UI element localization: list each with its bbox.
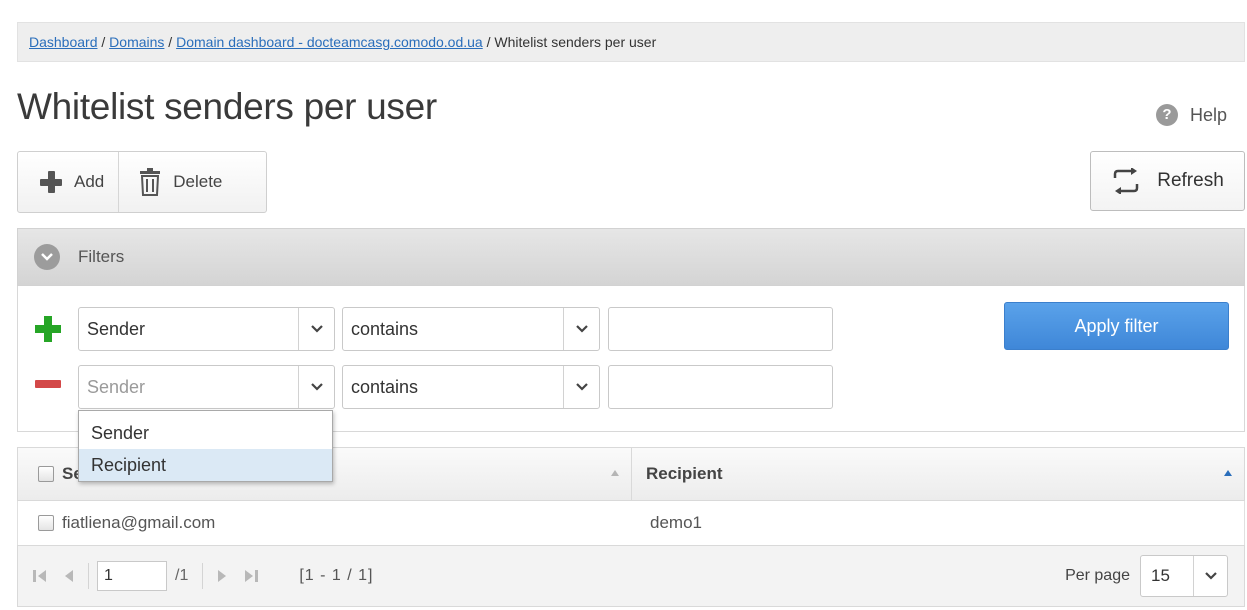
cell-sender: fiatliena@gmail.com bbox=[18, 501, 632, 545]
per-page-value: 15 bbox=[1151, 566, 1170, 585]
apply-filter-button[interactable]: Apply filter bbox=[1004, 302, 1229, 350]
column-header-recipient[interactable]: Recipient bbox=[632, 448, 1244, 500]
table-row[interactable]: fiatliena@gmail.com demo1 bbox=[17, 501, 1245, 545]
add-button[interactable]: Add bbox=[18, 152, 118, 212]
breadcrumb-current: Whitelist senders per user bbox=[494, 34, 657, 50]
filters-toggle[interactable]: Filters bbox=[17, 228, 1245, 286]
chevron-down-icon bbox=[563, 308, 599, 350]
delete-button[interactable]: Delete bbox=[118, 152, 236, 212]
filter-operator-value: contains bbox=[351, 318, 419, 339]
toolbar: Add Delete bbox=[17, 151, 267, 213]
breadcrumb-separator: / bbox=[164, 34, 177, 50]
filter-operator-select[interactable]: contains bbox=[342, 365, 600, 409]
chevron-down-icon bbox=[298, 308, 334, 350]
refresh-label: Refresh bbox=[1157, 170, 1224, 191]
help-label: Help bbox=[1189, 104, 1227, 125]
plus-icon bbox=[38, 169, 64, 195]
chevron-down-icon bbox=[1193, 556, 1227, 596]
dropdown-option-sender[interactable]: Sender bbox=[79, 417, 332, 449]
chevron-down-icon bbox=[34, 244, 60, 270]
row-checkbox[interactable] bbox=[38, 515, 54, 531]
add-filter-row-icon[interactable] bbox=[35, 316, 61, 342]
filter-field-value: Sender bbox=[87, 318, 146, 339]
filter-operator-value: contains bbox=[351, 376, 419, 397]
add-label: Add bbox=[74, 172, 105, 191]
column-header-recipient-label: Recipient bbox=[646, 464, 723, 483]
filter-field-dropdown: Sender Recipient bbox=[78, 410, 333, 482]
total-pages: /1 bbox=[175, 567, 189, 584]
pagination-bar: /1 [1 - 1 / 1] Per page 15 bbox=[17, 545, 1245, 607]
pager-divider bbox=[202, 563, 204, 589]
breadcrumb-separator: / bbox=[482, 34, 495, 50]
chevron-down-icon bbox=[563, 366, 599, 408]
last-page-icon[interactable] bbox=[243, 569, 259, 583]
cell-recipient: demo1 bbox=[632, 501, 1244, 545]
previous-page-icon[interactable] bbox=[62, 569, 74, 583]
sort-asc-icon bbox=[611, 470, 619, 476]
breadcrumb: Dashboard / Domains / Domain dashboard -… bbox=[17, 22, 1245, 62]
first-page-icon[interactable] bbox=[32, 569, 48, 583]
help-link[interactable]: ? Help bbox=[1155, 104, 1227, 126]
filter-value-input[interactable] bbox=[608, 307, 833, 351]
question-circle-icon: ? bbox=[1155, 104, 1178, 126]
filter-value-input[interactable] bbox=[608, 365, 833, 409]
next-page-icon[interactable] bbox=[217, 569, 229, 583]
breadcrumb-domain-dashboard-link[interactable]: Domain dashboard - docteamcasg.comodo.od… bbox=[176, 34, 483, 50]
filter-field-select[interactable]: Sender bbox=[78, 307, 335, 351]
refresh-icon bbox=[1113, 168, 1139, 194]
filter-operator-select[interactable]: contains bbox=[342, 307, 600, 351]
per-page-label: Per page bbox=[1065, 567, 1130, 584]
recipient-value: demo1 bbox=[650, 513, 702, 532]
filter-field-select[interactable]: Sender bbox=[78, 365, 335, 409]
filter-field-value: Sender bbox=[87, 376, 146, 397]
delete-label: Delete bbox=[173, 172, 223, 191]
per-page-select[interactable]: 15 bbox=[1140, 555, 1228, 597]
select-all-checkbox[interactable] bbox=[38, 466, 54, 482]
sort-asc-icon bbox=[1224, 470, 1232, 476]
remove-filter-row-icon[interactable] bbox=[35, 380, 61, 388]
page-number-input[interactable] bbox=[97, 561, 167, 591]
refresh-button[interactable]: Refresh bbox=[1090, 151, 1245, 211]
dropdown-option-recipient[interactable]: Recipient bbox=[79, 449, 332, 481]
sender-value: fiatliena@gmail.com bbox=[62, 513, 216, 532]
pager-divider bbox=[88, 563, 89, 589]
breadcrumb-domains-link[interactable]: Domains bbox=[109, 34, 164, 50]
trash-icon bbox=[140, 168, 161, 196]
breadcrumb-dashboard-link[interactable]: Dashboard bbox=[29, 34, 98, 50]
breadcrumb-separator: / bbox=[97, 34, 110, 50]
filters-title: Filters bbox=[78, 247, 125, 266]
page-title: Whitelist senders per user bbox=[17, 86, 437, 127]
record-range: [1 - 1 / 1] bbox=[299, 567, 374, 584]
chevron-down-icon bbox=[298, 366, 334, 408]
